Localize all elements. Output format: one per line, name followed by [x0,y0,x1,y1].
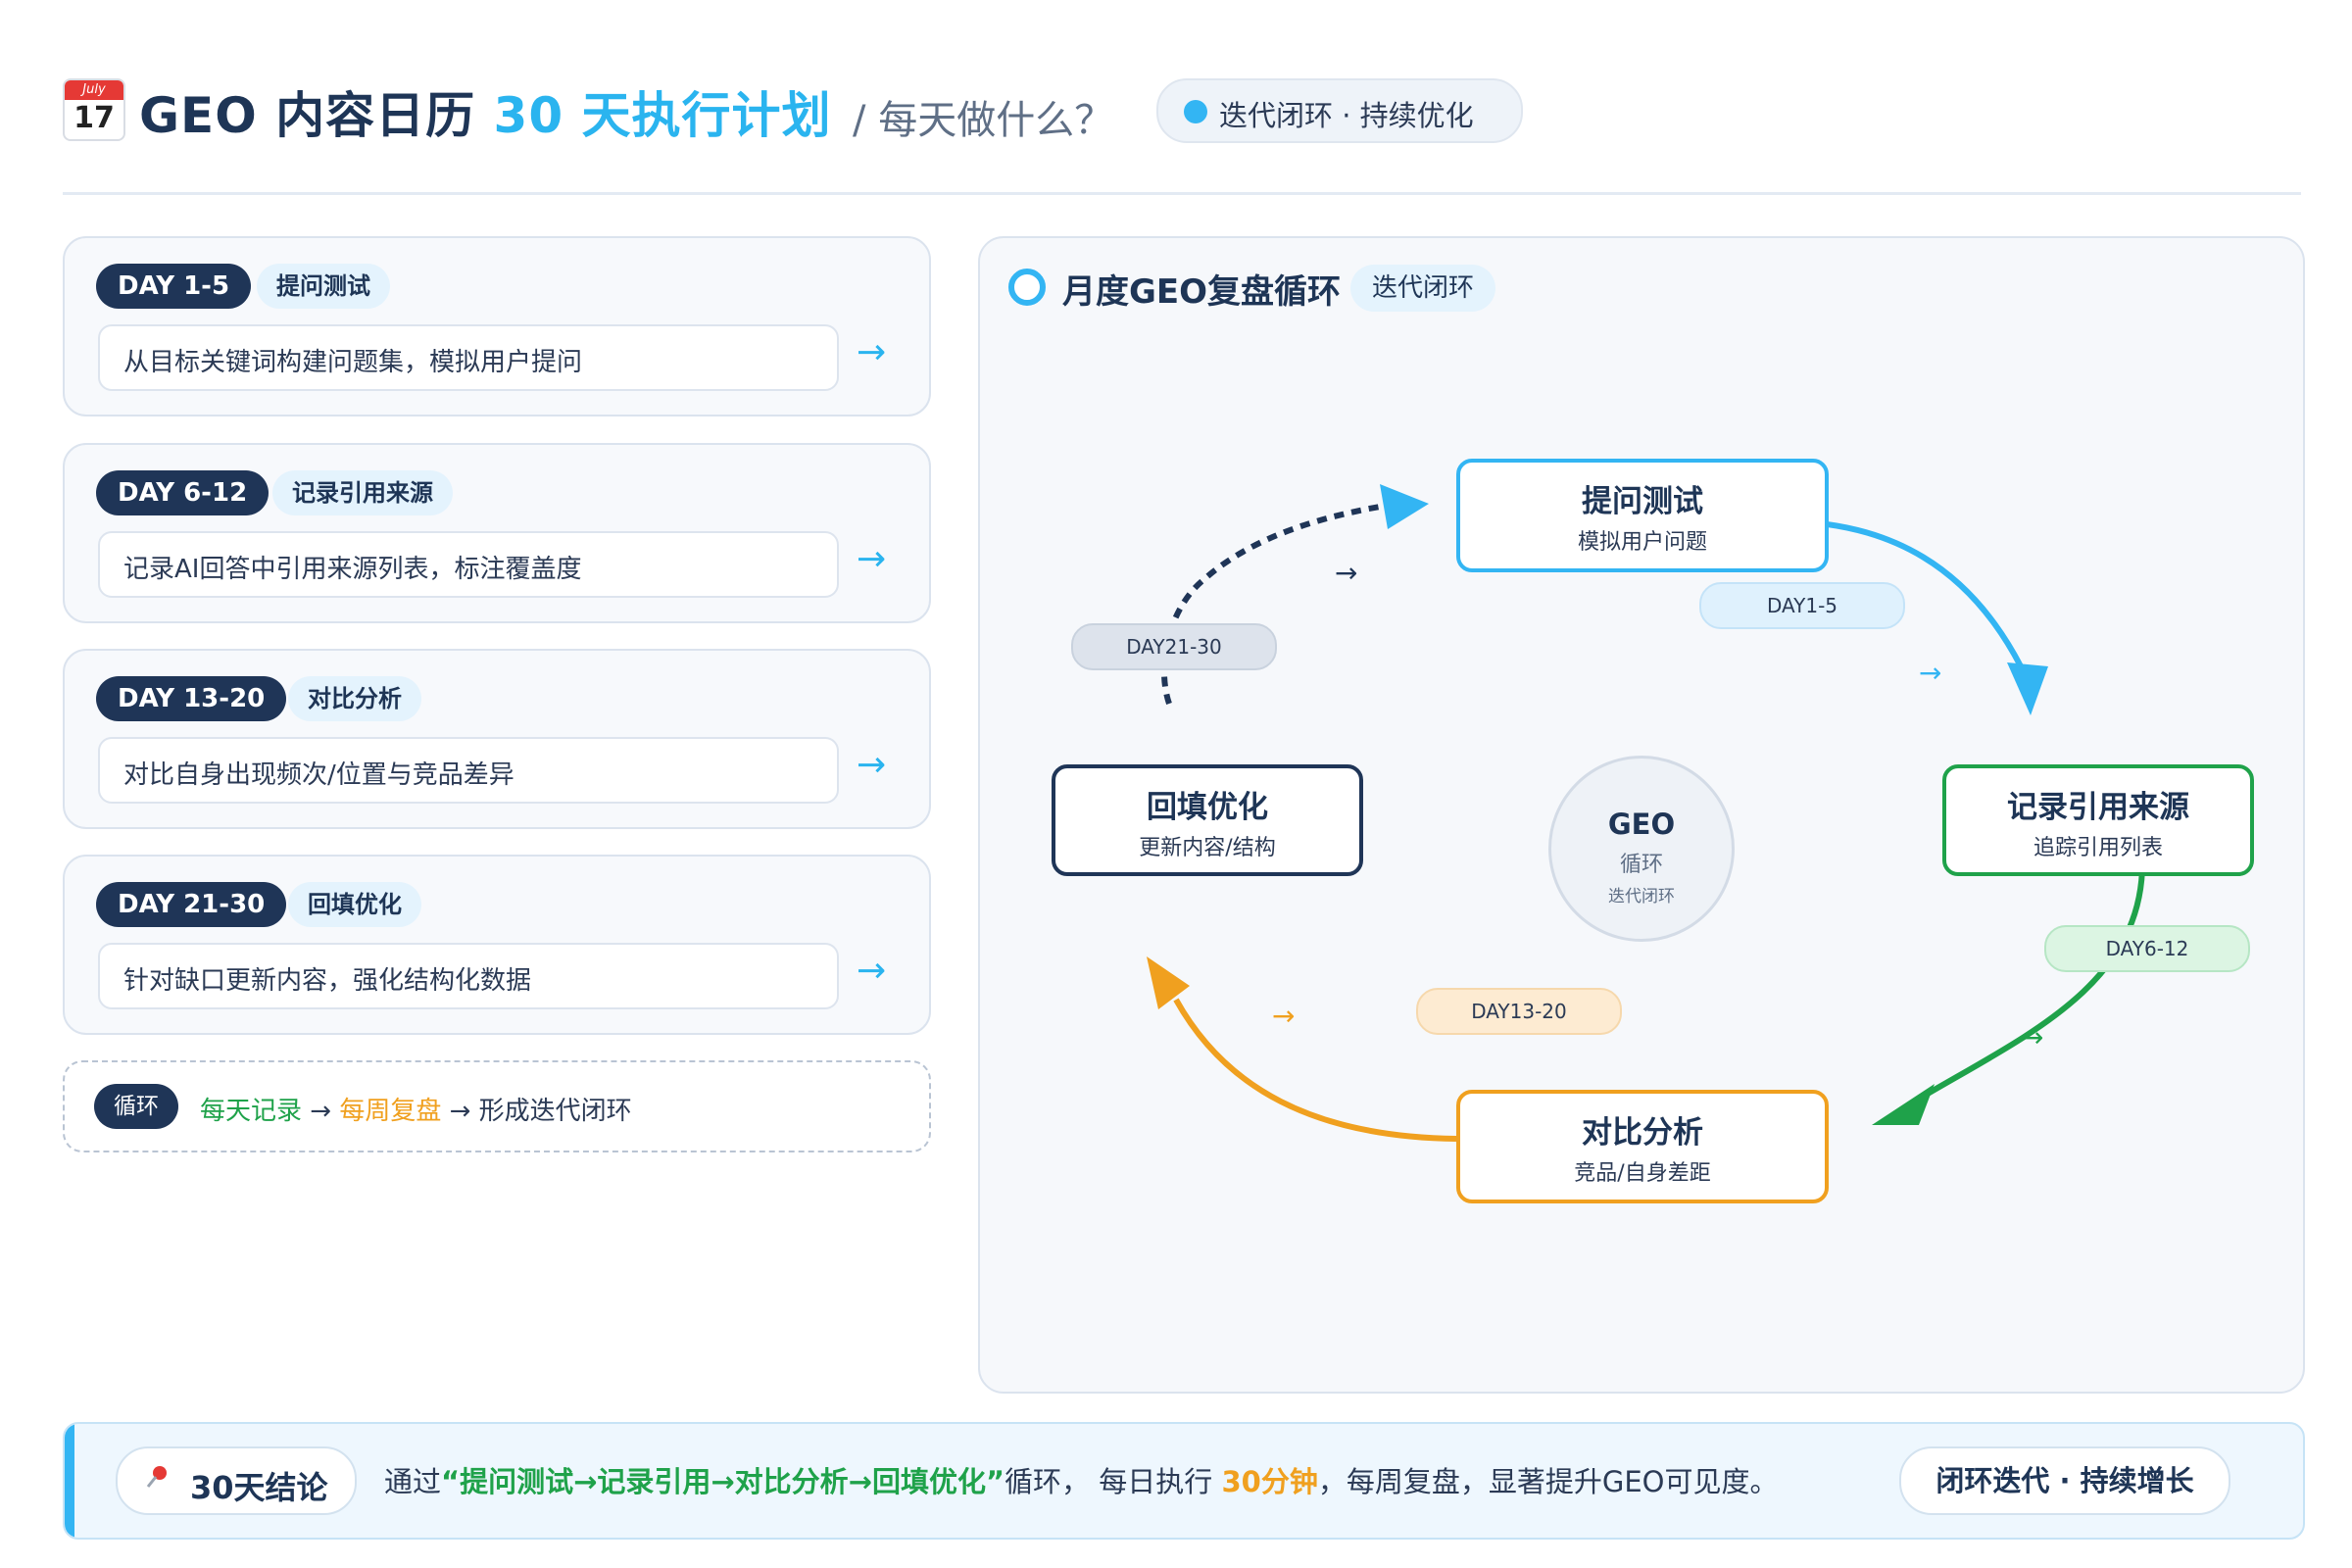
step-name: 提问测试 [1582,484,1703,519]
step-sub: 追踪引用列表 [2033,836,2163,860]
connector-compare-to-backfill [1173,998,1457,1142]
arrowhead-navy [1380,484,1429,529]
step-question-test: 提问测试 模拟用户问题 [1456,459,1829,572]
geo-hub: GEO 循环 迭代闭环 [1548,756,1735,942]
conclusion-pre: 通过 [384,1465,442,1498]
small-arrow-icon: → [1919,657,1941,689]
conclusion-minutes: 30分钟 [1221,1465,1318,1498]
hub-line2: 迭代闭环 [1608,887,1675,906]
small-arrow-icon: → [1335,557,1357,589]
pushpin-icon [146,1466,167,1488]
conclusion-mid: 循环， 每日执行 [1004,1465,1213,1498]
step-sub: 模拟用户问题 [1577,530,1707,555]
day-range-pill: DAY6-12 [2044,925,2250,972]
step-backfill-optimize: 回填优化 更新内容/结构 [1052,764,1363,876]
conclusion-badge-label: 30天结论 [190,1469,328,1506]
step-name: 对比分析 [1582,1115,1703,1151]
accent-bar [65,1424,74,1538]
small-arrow-icon: → [1272,1000,1295,1032]
arrowhead-blue [2007,662,2048,715]
conclusion-post: ，每周复盘，显著提升GEO可见度。 [1317,1465,1779,1498]
arrowhead-green [1872,1084,1935,1125]
conclusion-badge: 30天结论 [116,1446,357,1515]
step-sub: 竞品/自身差距 [1574,1161,1711,1186]
step-sub: 更新内容/结构 [1139,836,1276,860]
step-record-source: 记录引用来源 追踪引用列表 [1942,764,2254,876]
day-range-pill: DAY1-5 [1699,582,1905,629]
day-range-pill: DAY21-30 [1071,623,1277,670]
connector-record-to-compare [1909,867,2145,1106]
hub-line1: 循环 [1619,853,1663,877]
conclusion-text: 通过“提问测试→记录引用→对比分析→回填优化”循环， 每日执行 30分钟，每周复… [384,1459,1778,1500]
arrowhead-orange [1147,956,1190,1009]
day-range-pill: DAY13-20 [1416,988,1622,1035]
conclusion-end-pill: 闭环迭代 · 持续增长 [1899,1446,2230,1515]
connector-backfill-to-test [1161,503,1387,705]
hub-title: GEO [1607,808,1676,841]
step-compare-analysis: 对比分析 竞品/自身差距 [1456,1090,1829,1203]
small-arrow-icon: → [2021,1021,2043,1054]
step-name: 记录引用来源 [2007,790,2189,825]
conclusion-bar: 30天结论 通过“提问测试→记录引用→对比分析→回填优化”循环， 每日执行 30… [63,1422,2305,1540]
step-name: 回填优化 [1147,790,1268,825]
conclusion-cycle: “提问测试→记录引用→对比分析→回填优化” [441,1465,1005,1498]
